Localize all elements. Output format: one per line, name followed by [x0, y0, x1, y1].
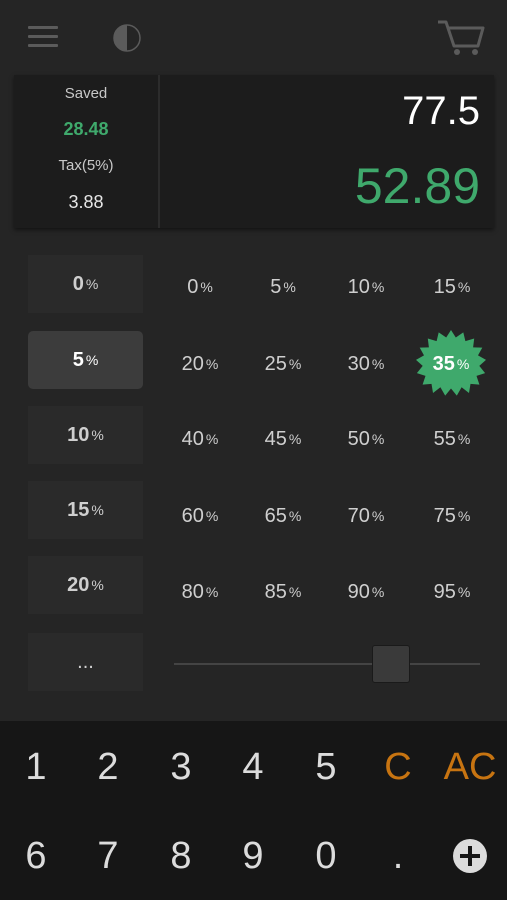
key-6[interactable]: 6: [0, 816, 72, 896]
discount-40-button[interactable]: 40%: [160, 421, 240, 457]
price-input-display: 77.5: [402, 89, 480, 133]
top-bar: [0, 0, 507, 72]
discount-35-button[interactable]: 35%: [411, 346, 491, 382]
discount-55-button[interactable]: 55%: [412, 421, 492, 457]
discount-80-button[interactable]: 80%: [160, 574, 240, 610]
key-3[interactable]: 3: [145, 727, 217, 807]
keypad: 1 2 3 4 5 C AC 6 7 8 9 0 .: [0, 721, 507, 900]
calculation-display: Saved 28.48 Tax(5%) 3.88 77.5 52.89: [14, 75, 494, 228]
cart-icon[interactable]: [436, 18, 486, 58]
discount-95-button[interactable]: 95%: [412, 574, 492, 610]
plus-icon: [453, 839, 487, 873]
tax-rate-15-button[interactable]: 15%: [28, 481, 143, 539]
discount-60-button[interactable]: 60%: [160, 498, 240, 534]
all-clear-key[interactable]: AC: [434, 727, 506, 807]
discount-70-button[interactable]: 70%: [326, 498, 406, 534]
tax-rate-5-button[interactable]: 5%: [28, 331, 143, 389]
clear-key[interactable]: C: [362, 727, 434, 807]
key-4[interactable]: 4: [217, 727, 289, 807]
tax-value: 3.88: [68, 192, 104, 212]
display-divider: [158, 75, 160, 228]
saved-label: Saved: [64, 85, 108, 102]
custom-tax-button[interactable]: ...: [28, 633, 143, 691]
discount-20-button[interactable]: 20%: [160, 346, 240, 382]
discount-90-button[interactable]: 90%: [326, 574, 406, 610]
discount-25-button[interactable]: 25%: [243, 346, 323, 382]
key-1[interactable]: 1: [0, 727, 72, 807]
discount-0-button[interactable]: 0%: [160, 269, 240, 305]
discount-65-button[interactable]: 65%: [243, 498, 323, 534]
menu-icon[interactable]: [28, 26, 58, 48]
discount-50-button[interactable]: 50%: [326, 421, 406, 457]
key-9[interactable]: 9: [217, 816, 289, 896]
discount-10-button[interactable]: 10%: [326, 269, 406, 305]
theme-toggle-icon[interactable]: [113, 24, 141, 52]
tax-rate-10-button[interactable]: 10%: [28, 406, 143, 464]
tax-rate-20-button[interactable]: 20%: [28, 556, 143, 614]
discount-75-button[interactable]: 75%: [412, 498, 492, 534]
custom-discount-slider[interactable]: [174, 645, 480, 683]
slider-track[interactable]: [174, 663, 480, 665]
decimal-point-key[interactable]: .: [362, 816, 434, 896]
key-0[interactable]: 0: [290, 816, 362, 896]
add-key[interactable]: [434, 816, 506, 896]
key-2[interactable]: 2: [72, 727, 144, 807]
discount-15-button[interactable]: 15%: [412, 269, 492, 305]
discount-5-button[interactable]: 5%: [243, 269, 323, 305]
tax-rate-0-button[interactable]: 0%: [28, 255, 143, 313]
discount-85-button[interactable]: 85%: [243, 574, 323, 610]
discount-45-button[interactable]: 45%: [243, 421, 323, 457]
key-5[interactable]: 5: [290, 727, 362, 807]
key-8[interactable]: 8: [145, 816, 217, 896]
final-price-display: 52.89: [354, 158, 480, 214]
key-7[interactable]: 7: [72, 816, 144, 896]
slider-thumb[interactable]: [372, 645, 411, 683]
discount-30-button[interactable]: 30%: [326, 346, 406, 382]
saved-value: 28.48: [63, 119, 109, 139]
tax-label: Tax(5%): [58, 157, 114, 174]
